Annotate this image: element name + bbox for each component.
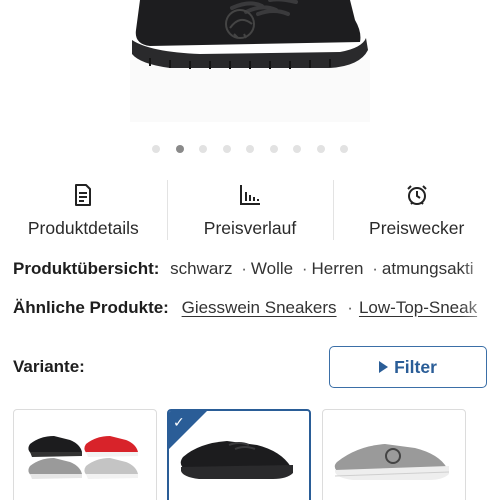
carousel-dot[interactable] [199,145,207,153]
preisverlauf-label: Preisverlauf [203,218,297,238]
preiswecker-button[interactable]: Preiswecker [333,178,500,242]
overflow-fade [460,257,500,283]
bar-chart-icon [239,182,261,208]
carousel-dot[interactable] [222,145,231,153]
overflow-fade [460,296,500,322]
carousel-dot[interactable] [246,145,254,153]
separator: · [301,259,308,278]
carousel-dots[interactable] [0,145,500,155]
overview-tag[interactable]: Herren [312,259,364,278]
similar-label: Ähnliche Produkte: [13,298,169,317]
carousel-dot[interactable] [316,145,325,153]
overview-label: Produktübersicht: [13,259,160,278]
action-bar: Produktdetails Preisverlauf Preiswecker [0,178,500,242]
produktdetails-label: Produktdetails [27,218,139,238]
separator: · [347,298,353,317]
alarm-clock-icon [406,182,428,208]
preisverlauf-button[interactable]: Preisverlauf [166,178,334,242]
overview-tag[interactable]: schwarz [170,259,232,278]
variant-list: ✓ [13,409,500,500]
checkmark-icon: ✓ [173,414,185,430]
variant-label: Variante: [13,357,85,376]
product-overview: Produktübersicht: schwarz · Wolle · Herren… [13,259,500,279]
filter-label: Filter [394,356,437,377]
carousel-dot[interactable] [175,145,184,153]
carousel-dot[interactable] [293,145,301,153]
overview-tag[interactable]: Wolle [251,259,293,278]
filter-button[interactable]: Filter [329,346,487,388]
variant-card-grey[interactable] [322,409,466,500]
separator: · [372,259,378,278]
variant-card-multicolor[interactable] [13,409,157,500]
produktdetails-button[interactable]: Produktdetails [0,178,167,242]
similar-products: Ähnliche Produkte: Giesswein Sneakers · L… [13,298,500,318]
play-icon [379,361,389,373]
document-icon [73,182,93,208]
carousel-dot[interactable] [340,145,348,153]
carousel-dot[interactable] [269,145,278,153]
similar-link[interactable]: Giesswein Sneakers [182,298,337,317]
variant-card-black[interactable]: ✓ [167,409,311,500]
carousel-dot[interactable] [152,145,160,153]
product-image[interactable] [0,0,500,130]
separator: · [241,259,247,278]
preiswecker-label: Preiswecker [369,218,465,238]
